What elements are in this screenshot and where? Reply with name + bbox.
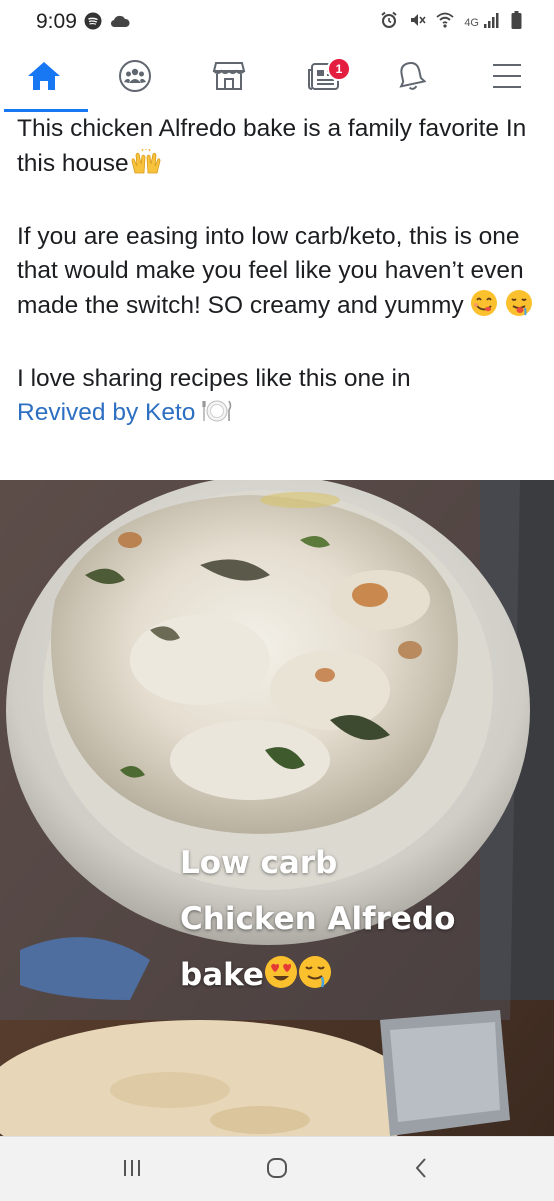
back-chevron-icon: [413, 1157, 429, 1184]
caption-line-1: Low carb: [180, 845, 338, 881]
hamburger-menu-icon: [492, 63, 522, 94]
battery-icon: [511, 11, 522, 34]
drooling-face-emoji-icon: [505, 289, 533, 328]
post-paragraph-1-text: This chicken Alfredo bake is a family fa…: [17, 115, 527, 177]
nav-notifications[interactable]: [371, 44, 451, 112]
caption-line-3: bake: [180, 957, 264, 993]
yum-face-emoji-icon: [470, 289, 498, 328]
post-paragraph-3: I love sharing recipes like this one in R…: [17, 362, 543, 435]
recents-icon: [121, 1158, 143, 1183]
spotify-icon: [84, 12, 102, 35]
post-paragraph-2: If you are easing into low carb/keto, th…: [17, 220, 543, 328]
back-button[interactable]: [401, 1155, 441, 1185]
drooling-face-emoji-icon-2: [298, 951, 332, 1007]
cloud-icon: [110, 14, 130, 33]
post-paragraph-1: This chicken Alfredo bake is a family fa…: [17, 112, 543, 185]
alarm-icon: [380, 11, 398, 34]
news-badge: 1: [327, 57, 351, 81]
wifi-icon: [436, 11, 454, 34]
nav-marketplace[interactable]: [189, 44, 269, 112]
post-paragraph-3-text: I love sharing recipes like this one in: [17, 364, 411, 392]
network-type: 4G: [464, 16, 479, 29]
raising-hands-emoji-icon: [129, 147, 163, 186]
nav-groups[interactable]: [95, 44, 175, 112]
signal-icon: [483, 12, 501, 33]
nav-home[interactable]: [0, 44, 88, 112]
mute-icon: [408, 11, 426, 34]
nav-news[interactable]: 1: [284, 44, 364, 112]
caption-line-2: Chicken Alfredo: [180, 901, 456, 937]
home-circle-icon: [265, 1156, 289, 1185]
marketplace-icon: [212, 60, 246, 97]
bell-icon: [396, 60, 427, 97]
food-photo-image: [0, 480, 554, 1136]
status-bar: 9:09 4G: [0, 0, 554, 44]
recents-button[interactable]: [112, 1155, 152, 1185]
heart-eyes-emoji-icon: [264, 951, 298, 1007]
photo-caption: Low carb Chicken Alfredo bake: [180, 835, 455, 1007]
group-link[interactable]: Revived by Keto: [17, 399, 195, 426]
home-button[interactable]: [257, 1155, 297, 1185]
groups-icon: [118, 59, 152, 98]
status-time: 9:09: [36, 10, 77, 33]
plate-cutlery-emoji-icon: [202, 398, 232, 435]
home-icon: [27, 60, 61, 97]
post-photo[interactable]: Low carb Chicken Alfredo bake: [0, 480, 554, 1136]
post-text: This chicken Alfredo bake is a family fa…: [17, 112, 543, 435]
system-navigation-bar: [0, 1136, 554, 1201]
nav-menu[interactable]: [467, 44, 547, 112]
post-paragraph-2-text: If you are easing into low carb/keto, th…: [17, 222, 524, 319]
nav-bar: 1: [0, 44, 554, 112]
